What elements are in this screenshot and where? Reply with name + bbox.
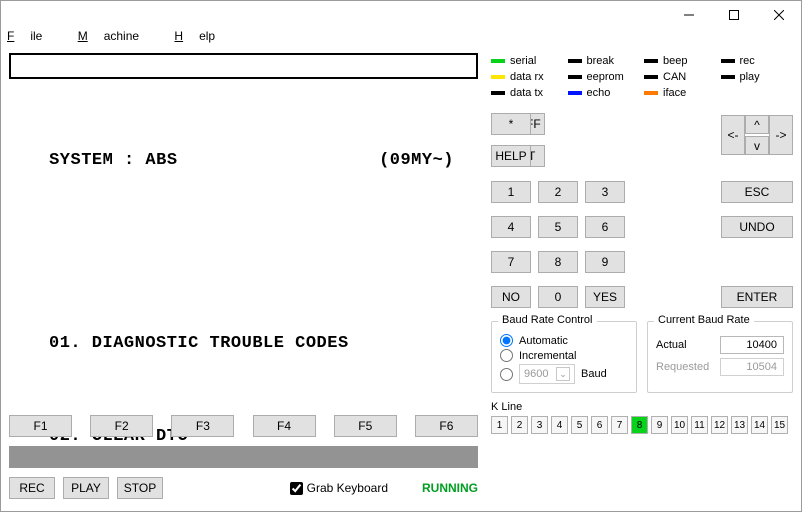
kline-cell-9[interactable]: 9 <box>651 416 668 434</box>
baud-inc-radio[interactable] <box>500 349 513 362</box>
key-right[interactable]: -> <box>769 115 793 155</box>
actual-label: Actual <box>656 339 687 351</box>
play-button[interactable]: PLAY <box>63 477 109 499</box>
baud-combo[interactable]: 9600 ⌄ <box>519 364 575 384</box>
menu-machine[interactable]: Machine <box>78 29 155 43</box>
key-5[interactable]: 5 <box>538 216 578 238</box>
close-button[interactable] <box>756 1 801 29</box>
led-echo: echo <box>568 87 641 99</box>
kline-cell-14[interactable]: 14 <box>751 416 768 434</box>
grab-keyboard-checkbox[interactable] <box>290 482 303 495</box>
f3-button[interactable]: F3 <box>171 415 234 437</box>
menu-help[interactable]: Help <box>174 29 231 43</box>
led-break: break <box>568 55 641 67</box>
requested-value: 10504 <box>720 358 784 376</box>
key-9[interactable]: 9 <box>585 251 625 273</box>
kline-cell-15[interactable]: 15 <box>771 416 788 434</box>
key-6[interactable]: 6 <box>585 216 625 238</box>
key-1[interactable]: 1 <box>491 181 531 203</box>
stop-button[interactable]: STOP <box>117 477 163 499</box>
kline-cell-7[interactable]: 7 <box>611 416 628 434</box>
key-undo[interactable]: UNDO <box>721 216 793 238</box>
led-data-rx: data rx <box>491 71 564 83</box>
kline-cell-4[interactable]: 4 <box>551 416 568 434</box>
app-window: File Machine Help SYSTEM : ABS (09MY~) 0… <box>0 0 802 512</box>
key-enter[interactable]: ENTER <box>721 286 793 308</box>
key-down[interactable]: v <box>745 136 769 155</box>
baud-manual-radio[interactable] <box>500 368 513 381</box>
keypad: ON/OFF * SHIFT HELP 1 2 3 4 5 6 7 8 9 NO… <box>491 113 793 313</box>
f1-button[interactable]: F1 <box>9 415 72 437</box>
screen-header-right: (09MY~) <box>379 145 470 176</box>
key-no[interactable]: NO <box>491 286 531 308</box>
actual-value: 10400 <box>720 336 784 354</box>
key-yes[interactable]: YES <box>585 286 625 308</box>
kline-cell-3[interactable]: 3 <box>531 416 548 434</box>
status-running: RUNNING <box>420 481 478 495</box>
titlebar <box>1 1 801 29</box>
led-CAN: CAN <box>644 71 717 83</box>
grab-keyboard-label: Grab Keyboard <box>307 481 388 495</box>
baud-control-group: Baud Rate Control Automatic Incremental … <box>491 321 637 393</box>
f5-button[interactable]: F5 <box>334 415 397 437</box>
baud-inc-label: Incremental <box>519 350 576 362</box>
kline-cell-13[interactable]: 13 <box>731 416 748 434</box>
kline-cell-11[interactable]: 11 <box>691 416 708 434</box>
kline-cell-5[interactable]: 5 <box>571 416 588 434</box>
kline-group: K Line 123456789101112131415 <box>491 401 793 434</box>
baud-combo-value: 9600 <box>524 368 548 380</box>
led-beep: beep <box>644 55 717 67</box>
current-baud-legend: Current Baud Rate <box>654 314 754 326</box>
menu-file[interactable]: File <box>7 29 58 43</box>
menubar: File Machine Help <box>1 29 801 49</box>
led-eeprom: eeprom <box>568 71 641 83</box>
menu-item-1[interactable]: 01. DIAGNOSTIC TROUBLE CODES <box>17 334 349 353</box>
current-baud-group: Current Baud Rate Actual 10400 Requested… <box>647 321 793 393</box>
led-rec: rec <box>721 55 794 67</box>
key-esc[interactable]: ESC <box>721 181 793 203</box>
key-2[interactable]: 2 <box>538 181 578 203</box>
led-iface: iface <box>644 87 717 99</box>
chevron-down-icon: ⌄ <box>556 367 570 381</box>
kline-cell-8[interactable]: 8 <box>631 416 648 434</box>
record-button[interactable]: REC <box>9 477 55 499</box>
baud-inc-row[interactable]: Incremental <box>500 349 628 362</box>
screen-header-left: SYSTEM : ABS <box>17 145 178 176</box>
f6-button[interactable]: F6 <box>415 415 478 437</box>
baud-unit-label: Baud <box>581 368 607 380</box>
baud-auto-row[interactable]: Automatic <box>500 334 628 347</box>
key-star[interactable]: * <box>491 113 531 135</box>
baud-auto-radio[interactable] <box>500 334 513 347</box>
led-serial: serial <box>491 55 564 67</box>
kline-cell-12[interactable]: 12 <box>711 416 728 434</box>
kline-cell-1[interactable]: 1 <box>491 416 508 434</box>
key-help[interactable]: HELP <box>491 145 531 167</box>
kline-cell-10[interactable]: 10 <box>671 416 688 434</box>
minimize-button[interactable] <box>666 1 711 29</box>
kline-label: K Line <box>491 401 793 413</box>
maximize-button[interactable] <box>711 1 756 29</box>
baud-legend: Baud Rate Control <box>498 314 597 326</box>
f4-button[interactable]: F4 <box>253 415 316 437</box>
key-0[interactable]: 0 <box>538 286 578 308</box>
requested-label: Requested <box>656 361 709 373</box>
baud-auto-label: Automatic <box>519 335 568 347</box>
key-4[interactable]: 4 <box>491 216 531 238</box>
key-left[interactable]: <- <box>721 115 745 155</box>
led-data-tx: data tx <box>491 87 564 99</box>
key-3[interactable]: 3 <box>585 181 625 203</box>
command-input[interactable] <box>9 53 478 79</box>
key-up[interactable]: ^ <box>745 115 769 134</box>
key-8[interactable]: 8 <box>538 251 578 273</box>
grab-keyboard-check[interactable]: Grab Keyboard <box>290 481 388 495</box>
led-play: play <box>721 71 794 83</box>
key-7[interactable]: 7 <box>491 251 531 273</box>
f2-button[interactable]: F2 <box>90 415 153 437</box>
kline-cell-6[interactable]: 6 <box>591 416 608 434</box>
led-panel: serial breakbeeprec data rx eepromCAN play da… <box>491 53 793 113</box>
terminal-screen: SYSTEM : ABS (09MY~) 01. DIAGNOSTIC TROU… <box>9 81 478 407</box>
kline-cell-2[interactable]: 2 <box>511 416 528 434</box>
